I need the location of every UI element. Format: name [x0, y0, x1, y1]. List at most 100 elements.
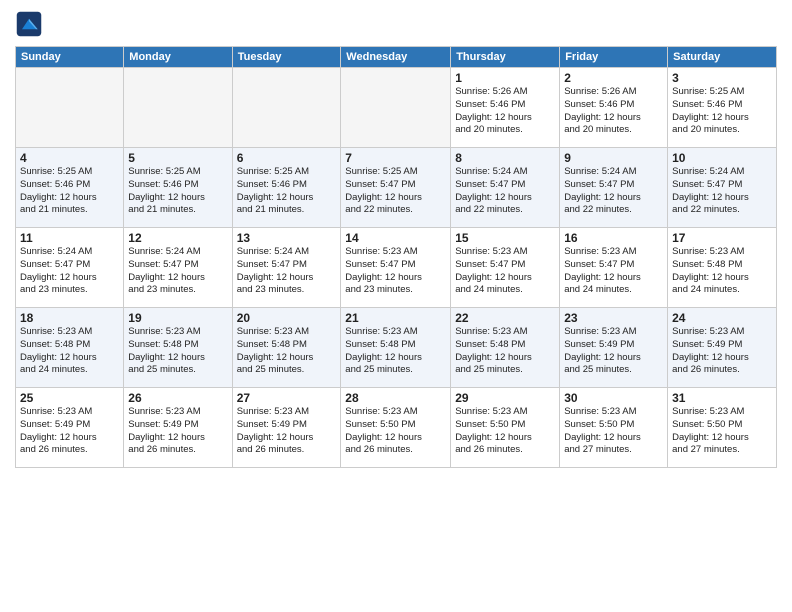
calendar-cell: 3Sunrise: 5:25 AM Sunset: 5:46 PM Daylig… [668, 68, 777, 148]
day-info: Sunrise: 5:23 AM Sunset: 5:49 PM Dayligh… [128, 406, 227, 457]
day-info: Sunrise: 5:23 AM Sunset: 5:47 PM Dayligh… [564, 246, 663, 297]
calendar-cell: 17Sunrise: 5:23 AM Sunset: 5:48 PM Dayli… [668, 228, 777, 308]
day-info: Sunrise: 5:26 AM Sunset: 5:46 PM Dayligh… [564, 86, 663, 137]
day-number: 29 [455, 391, 555, 405]
weekday-thursday: Thursday [451, 47, 560, 68]
calendar: SundayMondayTuesdayWednesdayThursdayFrid… [15, 46, 777, 468]
calendar-cell: 25Sunrise: 5:23 AM Sunset: 5:49 PM Dayli… [16, 388, 124, 468]
calendar-cell: 16Sunrise: 5:23 AM Sunset: 5:47 PM Dayli… [560, 228, 668, 308]
calendar-cell: 12Sunrise: 5:24 AM Sunset: 5:47 PM Dayli… [124, 228, 232, 308]
day-info: Sunrise: 5:24 AM Sunset: 5:47 PM Dayligh… [237, 246, 337, 297]
day-number: 6 [237, 151, 337, 165]
week-row-1: 1Sunrise: 5:26 AM Sunset: 5:46 PM Daylig… [16, 68, 777, 148]
calendar-cell: 13Sunrise: 5:24 AM Sunset: 5:47 PM Dayli… [232, 228, 341, 308]
calendar-cell: 2Sunrise: 5:26 AM Sunset: 5:46 PM Daylig… [560, 68, 668, 148]
calendar-cell: 20Sunrise: 5:23 AM Sunset: 5:48 PM Dayli… [232, 308, 341, 388]
day-number: 12 [128, 231, 227, 245]
day-info: Sunrise: 5:23 AM Sunset: 5:50 PM Dayligh… [345, 406, 446, 457]
calendar-cell: 7Sunrise: 5:25 AM Sunset: 5:47 PM Daylig… [341, 148, 451, 228]
day-number: 13 [237, 231, 337, 245]
calendar-cell: 5Sunrise: 5:25 AM Sunset: 5:46 PM Daylig… [124, 148, 232, 228]
day-info: Sunrise: 5:23 AM Sunset: 5:48 PM Dayligh… [20, 326, 119, 377]
day-info: Sunrise: 5:25 AM Sunset: 5:46 PM Dayligh… [20, 166, 119, 217]
day-number: 4 [20, 151, 119, 165]
day-number: 30 [564, 391, 663, 405]
day-number: 9 [564, 151, 663, 165]
calendar-cell: 31Sunrise: 5:23 AM Sunset: 5:50 PM Dayli… [668, 388, 777, 468]
weekday-tuesday: Tuesday [232, 47, 341, 68]
week-row-3: 11Sunrise: 5:24 AM Sunset: 5:47 PM Dayli… [16, 228, 777, 308]
day-info: Sunrise: 5:25 AM Sunset: 5:46 PM Dayligh… [128, 166, 227, 217]
calendar-cell: 21Sunrise: 5:23 AM Sunset: 5:48 PM Dayli… [341, 308, 451, 388]
calendar-cell: 6Sunrise: 5:25 AM Sunset: 5:46 PM Daylig… [232, 148, 341, 228]
day-info: Sunrise: 5:24 AM Sunset: 5:47 PM Dayligh… [672, 166, 772, 217]
day-number: 17 [672, 231, 772, 245]
header [15, 10, 777, 38]
calendar-cell: 18Sunrise: 5:23 AM Sunset: 5:48 PM Dayli… [16, 308, 124, 388]
day-number: 3 [672, 71, 772, 85]
weekday-header-row: SundayMondayTuesdayWednesdayThursdayFrid… [16, 47, 777, 68]
day-info: Sunrise: 5:23 AM Sunset: 5:48 PM Dayligh… [345, 326, 446, 377]
day-number: 10 [672, 151, 772, 165]
calendar-cell [232, 68, 341, 148]
day-info: Sunrise: 5:24 AM Sunset: 5:47 PM Dayligh… [20, 246, 119, 297]
day-number: 14 [345, 231, 446, 245]
weekday-saturday: Saturday [668, 47, 777, 68]
day-info: Sunrise: 5:23 AM Sunset: 5:49 PM Dayligh… [20, 406, 119, 457]
calendar-cell [341, 68, 451, 148]
logo-icon [15, 10, 43, 38]
day-number: 16 [564, 231, 663, 245]
day-number: 28 [345, 391, 446, 405]
calendar-cell: 14Sunrise: 5:23 AM Sunset: 5:47 PM Dayli… [341, 228, 451, 308]
weekday-monday: Monday [124, 47, 232, 68]
calendar-cell [16, 68, 124, 148]
day-number: 15 [455, 231, 555, 245]
day-number: 26 [128, 391, 227, 405]
day-info: Sunrise: 5:23 AM Sunset: 5:49 PM Dayligh… [564, 326, 663, 377]
day-info: Sunrise: 5:23 AM Sunset: 5:49 PM Dayligh… [672, 326, 772, 377]
calendar-cell: 24Sunrise: 5:23 AM Sunset: 5:49 PM Dayli… [668, 308, 777, 388]
day-info: Sunrise: 5:23 AM Sunset: 5:50 PM Dayligh… [672, 406, 772, 457]
day-info: Sunrise: 5:23 AM Sunset: 5:50 PM Dayligh… [455, 406, 555, 457]
day-info: Sunrise: 5:23 AM Sunset: 5:48 PM Dayligh… [237, 326, 337, 377]
calendar-cell: 28Sunrise: 5:23 AM Sunset: 5:50 PM Dayli… [341, 388, 451, 468]
calendar-cell: 4Sunrise: 5:25 AM Sunset: 5:46 PM Daylig… [16, 148, 124, 228]
calendar-cell: 27Sunrise: 5:23 AM Sunset: 5:49 PM Dayli… [232, 388, 341, 468]
day-number: 8 [455, 151, 555, 165]
calendar-cell [124, 68, 232, 148]
day-number: 24 [672, 311, 772, 325]
day-info: Sunrise: 5:25 AM Sunset: 5:46 PM Dayligh… [237, 166, 337, 217]
day-number: 21 [345, 311, 446, 325]
weekday-wednesday: Wednesday [341, 47, 451, 68]
day-number: 19 [128, 311, 227, 325]
page: SundayMondayTuesdayWednesdayThursdayFrid… [0, 0, 792, 612]
day-info: Sunrise: 5:24 AM Sunset: 5:47 PM Dayligh… [455, 166, 555, 217]
calendar-cell: 19Sunrise: 5:23 AM Sunset: 5:48 PM Dayli… [124, 308, 232, 388]
calendar-cell: 30Sunrise: 5:23 AM Sunset: 5:50 PM Dayli… [560, 388, 668, 468]
calendar-cell: 15Sunrise: 5:23 AM Sunset: 5:47 PM Dayli… [451, 228, 560, 308]
day-info: Sunrise: 5:24 AM Sunset: 5:47 PM Dayligh… [128, 246, 227, 297]
day-number: 2 [564, 71, 663, 85]
day-number: 18 [20, 311, 119, 325]
day-info: Sunrise: 5:25 AM Sunset: 5:47 PM Dayligh… [345, 166, 446, 217]
day-number: 11 [20, 231, 119, 245]
day-info: Sunrise: 5:23 AM Sunset: 5:48 PM Dayligh… [455, 326, 555, 377]
day-number: 20 [237, 311, 337, 325]
day-number: 5 [128, 151, 227, 165]
calendar-cell: 23Sunrise: 5:23 AM Sunset: 5:49 PM Dayli… [560, 308, 668, 388]
day-number: 27 [237, 391, 337, 405]
calendar-cell: 22Sunrise: 5:23 AM Sunset: 5:48 PM Dayli… [451, 308, 560, 388]
calendar-cell: 29Sunrise: 5:23 AM Sunset: 5:50 PM Dayli… [451, 388, 560, 468]
calendar-cell: 8Sunrise: 5:24 AM Sunset: 5:47 PM Daylig… [451, 148, 560, 228]
calendar-cell: 11Sunrise: 5:24 AM Sunset: 5:47 PM Dayli… [16, 228, 124, 308]
calendar-cell: 1Sunrise: 5:26 AM Sunset: 5:46 PM Daylig… [451, 68, 560, 148]
day-info: Sunrise: 5:25 AM Sunset: 5:46 PM Dayligh… [672, 86, 772, 137]
day-info: Sunrise: 5:23 AM Sunset: 5:47 PM Dayligh… [345, 246, 446, 297]
day-number: 25 [20, 391, 119, 405]
day-info: Sunrise: 5:23 AM Sunset: 5:49 PM Dayligh… [237, 406, 337, 457]
day-info: Sunrise: 5:24 AM Sunset: 5:47 PM Dayligh… [564, 166, 663, 217]
day-info: Sunrise: 5:23 AM Sunset: 5:48 PM Dayligh… [128, 326, 227, 377]
day-number: 22 [455, 311, 555, 325]
calendar-cell: 26Sunrise: 5:23 AM Sunset: 5:49 PM Dayli… [124, 388, 232, 468]
calendar-body: 1Sunrise: 5:26 AM Sunset: 5:46 PM Daylig… [16, 68, 777, 468]
